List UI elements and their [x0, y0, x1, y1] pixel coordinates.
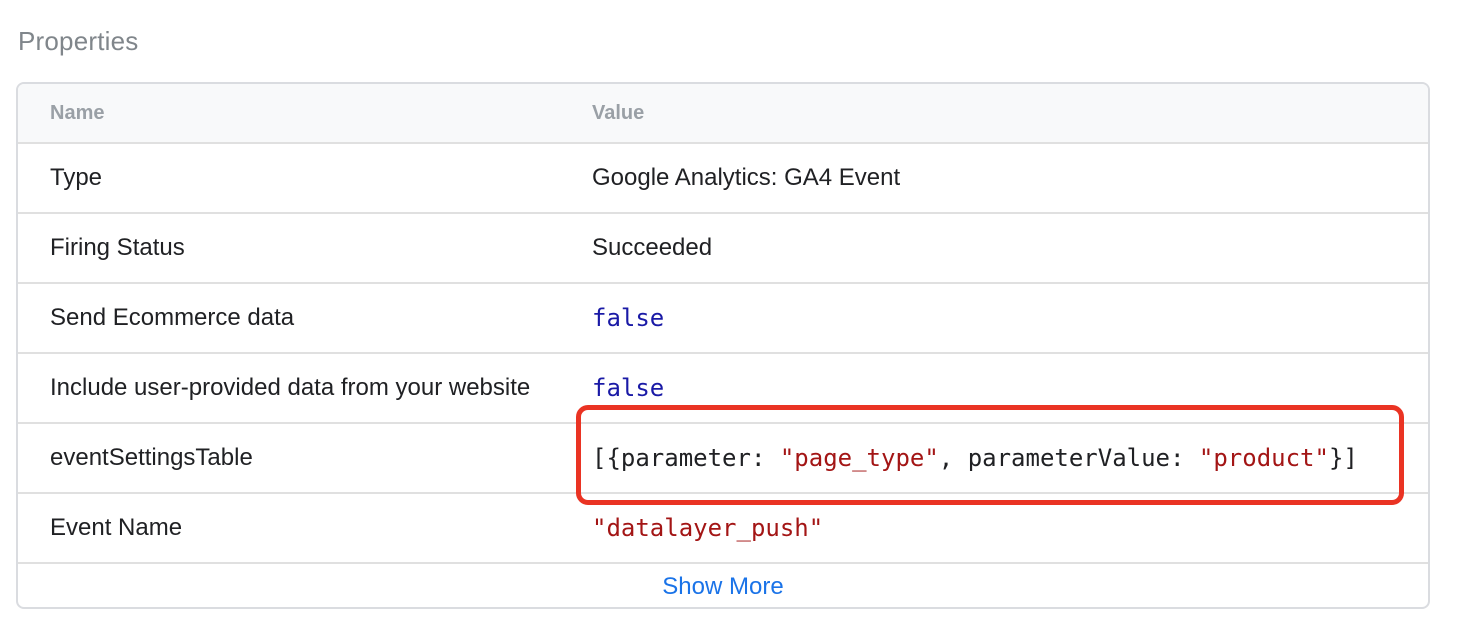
- show-more-link[interactable]: Show More: [662, 564, 783, 607]
- column-header-name: Name: [50, 102, 105, 124]
- show-more-row: Show More: [18, 564, 1428, 607]
- property-value-string: "datalayer_push": [592, 514, 824, 542]
- property-value-code: [{parameter: "page_type", parameterValue…: [592, 424, 1358, 492]
- code-string: "product": [1198, 444, 1329, 472]
- property-value-boolean: false: [592, 374, 665, 402]
- section-title: Properties: [18, 26, 139, 56]
- table-header: Name Value: [18, 84, 1428, 144]
- property-name: Event Name: [50, 514, 183, 541]
- table-row: Include user-provided data from your web…: [18, 354, 1428, 424]
- code-punctuation: , parameterValue:: [938, 444, 1199, 472]
- table-row: Event Name "datalayer_push": [18, 494, 1428, 564]
- table-row: Send Ecommerce data false: [18, 284, 1428, 354]
- property-value: Google Analytics: GA4 Event: [592, 164, 901, 191]
- property-name: eventSettingsTable: [50, 444, 253, 471]
- table-row: Type Google Analytics: GA4 Event: [18, 144, 1428, 214]
- property-value: Succeeded: [592, 234, 713, 261]
- table-row: Firing Status Succeeded: [18, 214, 1428, 284]
- code-string: "page_type": [779, 444, 939, 472]
- property-name: Firing Status: [50, 234, 185, 261]
- table-row: eventSettingsTable [{parameter: "page_ty…: [18, 424, 1428, 494]
- code-punctuation: }]: [1328, 444, 1358, 472]
- property-name: Include user-provided data from your web…: [50, 374, 531, 401]
- properties-table: Name Value Type Google Analytics: GA4 Ev…: [16, 82, 1430, 609]
- property-name: Type: [50, 164, 103, 191]
- code-punctuation: [{parameter:: [592, 444, 780, 472]
- column-header-value: Value: [592, 102, 645, 124]
- property-name: Send Ecommerce data: [50, 304, 295, 331]
- property-value-boolean: false: [592, 304, 665, 332]
